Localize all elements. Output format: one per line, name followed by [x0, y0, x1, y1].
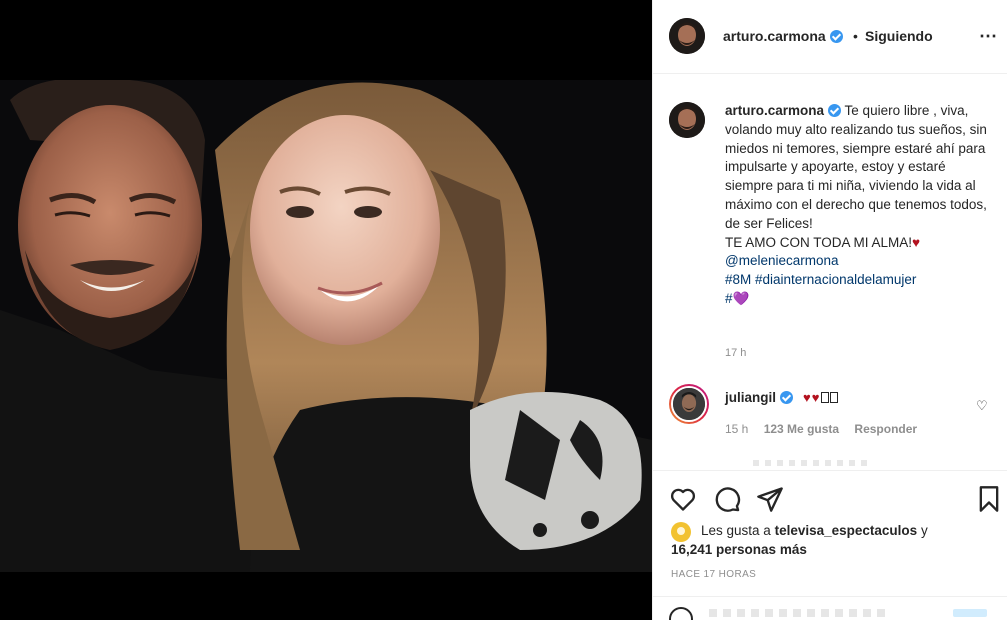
add-comment-bar	[653, 596, 1007, 620]
comment-text: ♥♥	[803, 390, 839, 405]
comment-username-row: juliangil	[725, 390, 794, 405]
post-side-panel: arturo.carmona • Siguiendo ⋯ arturo.carm…	[652, 0, 1007, 620]
caption-message: Te quiero libre , viva, volando muy alto…	[725, 103, 987, 231]
header-username-text[interactable]: arturo.carmona	[723, 28, 826, 44]
post-photo[interactable]	[0, 80, 652, 572]
love-text: TE AMO CON TODA MI ALMA!	[725, 234, 913, 250]
avatar-photo	[669, 18, 705, 54]
liker-avatar[interactable]	[671, 522, 691, 542]
comment-username[interactable]: juliangil	[725, 390, 776, 405]
verified-badge-icon	[828, 104, 842, 117]
avatar-photo	[673, 388, 705, 420]
hashtag-links[interactable]: #8M #diainternacionaldelamujer	[725, 271, 993, 290]
avatar-photo	[669, 102, 705, 138]
header-username[interactable]: arturo.carmona	[723, 28, 843, 44]
emoji-box-icon	[830, 392, 839, 403]
emoji-box-icon	[821, 392, 830, 403]
liker-username[interactable]: televisa_espectaculos	[775, 523, 918, 538]
profile-avatar[interactable]	[669, 18, 705, 54]
purple-heart-icon: 💜	[732, 290, 750, 306]
hashtag-symbol[interactable]: #	[725, 291, 733, 306]
caption-body: arturo.carmona Te quiero libre , viva, v…	[725, 102, 993, 309]
likes-count[interactable]: 16,241 personas más	[671, 540, 991, 559]
comment-meta: 15 h 123 Me gusta Responder	[725, 422, 929, 436]
bookmark-icon[interactable]	[975, 485, 1003, 513]
verified-badge-icon	[780, 391, 794, 404]
emoji-icon[interactable]	[669, 607, 693, 620]
view-replies-faded	[753, 460, 873, 466]
mention-link[interactable]: @meleniecarmona	[725, 252, 993, 271]
more-options-icon[interactable]: ⋯	[979, 26, 998, 47]
likes-prefix: Les gusta a	[701, 523, 771, 538]
caption-avatar[interactable]	[669, 102, 705, 138]
separator-dot: •	[853, 28, 858, 44]
comment-hearts: ♥♥	[803, 390, 821, 405]
comment-avatar[interactable]	[669, 384, 709, 424]
caption-timestamp[interactable]: 17 h	[725, 347, 746, 359]
post-caption: arturo.carmona Te quiero libre , viva, v…	[653, 74, 1007, 374]
hashtag-emoji-line[interactable]: #💜	[725, 290, 993, 309]
red-heart-icon: ♥	[912, 234, 921, 250]
caption-love-line: TE AMO CON TODA MI ALMA!♥	[725, 234, 993, 253]
comment-item: juliangil ♥♥ ♡ 15 h 123 Me gusta Respond…	[653, 378, 1007, 468]
likes-connector: y	[920, 523, 928, 538]
selfie-illustration	[0, 80, 652, 572]
photo-pane	[0, 0, 652, 620]
publish-button[interactable]	[953, 609, 987, 617]
post-date[interactable]: HACE 17 HORAS	[671, 569, 756, 580]
heart-outline-icon[interactable]	[669, 485, 697, 513]
likes-summary: Les gusta a televisa_espectaculos y 16,2…	[671, 521, 991, 559]
post-actions: Les gusta a televisa_espectaculos y 16,2…	[653, 470, 1007, 590]
liker-avatar-face	[677, 527, 685, 535]
caption-username[interactable]: arturo.carmona	[725, 103, 824, 118]
reply-button[interactable]: Responder	[854, 422, 917, 436]
comment-timestamp[interactable]: 15 h	[725, 422, 748, 436]
post-header: arturo.carmona • Siguiendo ⋯	[653, 0, 1007, 74]
comment-bubble-icon[interactable]	[713, 485, 741, 513]
verified-badge-icon	[829, 30, 843, 43]
likes-line: Les gusta a televisa_espectaculos y	[671, 521, 991, 540]
comment-input[interactable]	[709, 609, 889, 617]
follow-status-button[interactable]: Siguiendo	[865, 28, 933, 44]
comment-likes[interactable]: 123 Me gusta	[764, 422, 839, 436]
comment-like-icon[interactable]: ♡	[976, 398, 988, 414]
send-icon[interactable]	[756, 485, 784, 513]
comment-avatar-ring	[671, 386, 707, 422]
